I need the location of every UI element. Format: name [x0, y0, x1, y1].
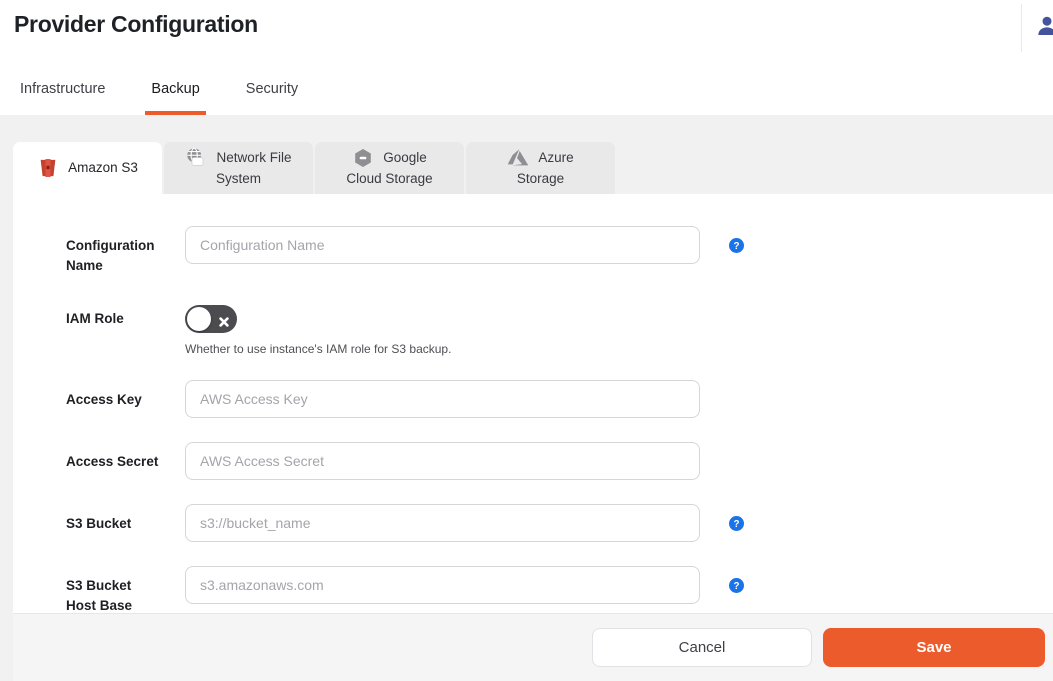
form-row-s3-bucket: S3 Bucket ?: [66, 504, 1053, 543]
iam-role-toggle[interactable]: [185, 305, 237, 334]
globe-folder-icon: [185, 147, 207, 169]
main-tabs: Infrastructure Backup Security: [14, 80, 338, 115]
user-icon[interactable]: [1035, 14, 1053, 38]
help-icon[interactable]: ?: [729, 516, 744, 536]
form-row-iam-role: IAM Role Whether to use instance's IAM r…: [66, 299, 1053, 356]
provider-tabs: Amazon S3 Network File System Google Clo…: [13, 142, 1053, 194]
provider-tab-label-line2: System: [215, 171, 261, 187]
tab-backup[interactable]: Backup: [145, 80, 206, 115]
page-title: Provider Configuration: [14, 11, 258, 37]
form-row-configuration-name: Configuration Name ?: [66, 226, 1053, 275]
save-button[interactable]: Save: [823, 628, 1045, 667]
provider-tab-label-line2: Storage: [516, 171, 565, 187]
x-cross-icon: [219, 314, 229, 332]
s3-config-form: Configuration Name ? IAM Role: [13, 194, 1053, 613]
provider-tab-label: Azure: [538, 150, 574, 166]
help-icon[interactable]: ?: [729, 238, 744, 258]
help-icon[interactable]: ?: [729, 578, 744, 598]
access-secret-label: Access Secret: [66, 454, 159, 470]
backup-content: Amazon S3 Network File System Google Clo…: [0, 115, 1053, 681]
provider-tab-amazon-s3[interactable]: Amazon S3: [13, 142, 162, 194]
svg-text:?: ?: [733, 581, 739, 592]
amazon-s3-panel: Configuration Name ? IAM Role: [13, 194, 1053, 681]
iam-role-helper-text: Whether to use instance's IAM role for S…: [185, 342, 452, 357]
access-key-label: Access Key: [66, 392, 142, 408]
s3-bucket-input[interactable]: [185, 504, 700, 543]
access-secret-input[interactable]: [185, 442, 700, 481]
configuration-name-input[interactable]: [185, 226, 700, 264]
hexagon-dash-icon: [352, 147, 374, 169]
amazon-s3-bucket-icon: [37, 157, 59, 179]
tab-infrastructure[interactable]: Infrastructure: [14, 80, 111, 115]
header-divider: [1021, 4, 1022, 52]
svg-text:?: ?: [733, 241, 739, 252]
provider-tab-network-file-system[interactable]: Network File System: [164, 142, 313, 194]
s3-bucket-host-base-input[interactable]: [185, 566, 700, 605]
form-row-access-key: Access Key: [66, 380, 1053, 419]
provider-tab-google-cloud-storage[interactable]: Google Cloud Storage: [315, 142, 464, 194]
cancel-button[interactable]: Cancel: [592, 628, 812, 667]
tab-security[interactable]: Security: [240, 80, 304, 115]
provider-tab-azure-storage[interactable]: Azure Storage: [466, 142, 615, 194]
configuration-name-label: Configuration Name: [66, 238, 155, 273]
form-footer: Cancel Save: [13, 613, 1053, 681]
provider-tab-label: Google: [383, 150, 427, 166]
toggle-knob: [187, 307, 211, 332]
s3-bucket-host-base-label: S3 Bucket Host Base: [66, 578, 133, 613]
provider-tab-label: Network File: [216, 150, 292, 166]
s3-bucket-label: S3 Bucket: [66, 516, 132, 532]
azure-triangle-icon: [507, 147, 529, 169]
access-key-input[interactable]: [185, 380, 700, 419]
provider-configuration-page: Provider Configuration Infrastructure Ba…: [0, 0, 1053, 681]
svg-text:?: ?: [733, 519, 739, 530]
provider-tab-label: Amazon S3: [68, 160, 138, 176]
form-row-access-secret: Access Secret: [66, 442, 1053, 481]
form-row-s3-bucket-host-base: S3 Bucket Host Base ?: [66, 566, 1053, 615]
provider-tab-label-line2: Cloud Storage: [346, 171, 433, 187]
page-header: Provider Configuration Infrastructure Ba…: [0, 0, 1053, 115]
iam-role-label: IAM Role: [66, 311, 124, 327]
